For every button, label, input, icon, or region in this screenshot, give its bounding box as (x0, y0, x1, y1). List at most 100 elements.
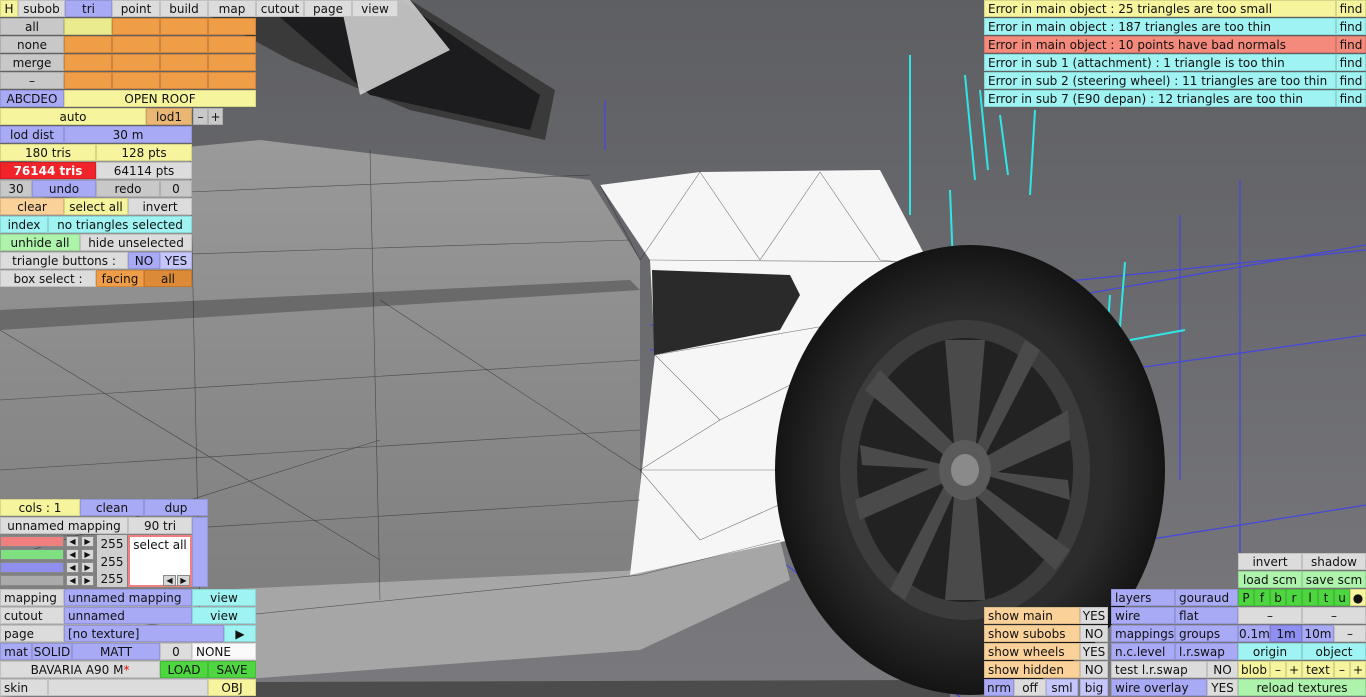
wire-overlay-toggle[interactable]: YES (1207, 679, 1238, 696)
triangle-buttons-yes[interactable]: YES (160, 252, 192, 269)
select-none-button[interactable]: none (0, 36, 64, 53)
select-all-tris-button[interactable]: select all (64, 198, 128, 215)
blob-button[interactable]: blob (1238, 661, 1270, 678)
open-roof-label[interactable]: OPEN ROOF (64, 90, 256, 107)
right-arrow-icon[interactable]: ▶ (81, 562, 94, 573)
undo-button[interactable]: undo (32, 180, 96, 197)
find-button[interactable]: find (1336, 90, 1366, 107)
left-arrow-icon[interactable]: ◀ (163, 575, 176, 586)
invert-view-button[interactable]: invert (1238, 553, 1302, 570)
unhide-all-button[interactable]: unhide all (0, 234, 80, 251)
wire-overlay-button[interactable]: wire overlay (1111, 679, 1207, 696)
left-arrow-icon[interactable]: ◀ (66, 536, 79, 547)
text-minus-button[interactable]: – (1334, 661, 1350, 678)
show-main-toggle[interactable]: YES (1080, 607, 1108, 624)
tab-subob[interactable]: subob (18, 0, 65, 17)
view-l-button[interactable]: l (1302, 589, 1318, 606)
groups-button[interactable]: groups (1175, 625, 1238, 642)
show-hidden-button[interactable]: show hidden (984, 661, 1080, 678)
view-r-button[interactable]: r (1286, 589, 1302, 606)
tab-view[interactable]: view (352, 0, 398, 17)
view-dot-button[interactable]: ● (1350, 589, 1366, 606)
page-value[interactable]: [no texture] (64, 625, 224, 642)
tab-tri[interactable]: tri (65, 0, 112, 17)
find-button[interactable]: find (1336, 36, 1366, 53)
green-slider[interactable] (0, 549, 64, 560)
sml-button[interactable]: sml (1046, 679, 1078, 696)
view-f-button[interactable]: f (1254, 589, 1270, 606)
grid-1m-button[interactable]: 1m (1270, 625, 1302, 642)
mappings-button[interactable]: mappings (1111, 625, 1175, 642)
blue-slider[interactable] (0, 562, 64, 573)
mapping-view-button[interactable]: view (192, 589, 256, 606)
blob-plus-button[interactable]: + (1286, 661, 1302, 678)
group-swatch[interactable] (160, 18, 208, 35)
red-slider[interactable] (0, 536, 64, 547)
view-p-button[interactable]: P (1238, 589, 1254, 606)
obj-button[interactable]: OBJ (208, 679, 256, 696)
lod-auto-button[interactable]: auto (0, 108, 146, 125)
test-lr-swap-button[interactable]: test l.r.swap (1111, 661, 1207, 678)
nrm-button[interactable]: nrm (984, 679, 1014, 696)
box-select-facing[interactable]: facing (96, 270, 144, 287)
blob-minus-button[interactable]: – (1270, 661, 1286, 678)
group-swatch[interactable] (112, 72, 160, 89)
group-swatch[interactable] (208, 36, 256, 53)
show-wheels-toggle[interactable]: YES (1080, 643, 1108, 660)
grid-10m-button[interactable]: 10m (1302, 625, 1334, 642)
triangle-buttons-no[interactable]: NO (128, 252, 160, 269)
view-b-button[interactable]: b (1270, 589, 1286, 606)
mapping-name-field[interactable]: unnamed mapping (0, 517, 128, 534)
big-button[interactable]: big (1080, 679, 1108, 696)
off-button[interactable]: off (1014, 679, 1046, 696)
group-swatch[interactable] (64, 54, 112, 71)
load-scm-button[interactable]: load scm (1238, 571, 1302, 588)
clear-button[interactable]: clear (0, 198, 64, 215)
nc-level-button[interactable]: n.c.level (1111, 643, 1175, 660)
view-u-button[interactable]: u (1334, 589, 1350, 606)
group-swatch[interactable] (208, 18, 256, 35)
show-main-button[interactable]: show main (984, 607, 1080, 624)
hide-unselected-button[interactable]: hide unselected (80, 234, 192, 251)
left-arrow-icon[interactable]: ◀ (66, 562, 79, 573)
tab-build[interactable]: build (160, 0, 208, 17)
tab-point[interactable]: point (112, 0, 160, 17)
find-button[interactable]: find (1336, 72, 1366, 89)
test-lr-swap-toggle[interactable]: NO (1207, 661, 1238, 678)
save-scm-button[interactable]: save scm (1302, 571, 1366, 588)
cutout-value[interactable]: unnamed (64, 607, 192, 624)
flat-button[interactable]: flat (1175, 607, 1238, 624)
grid-0-1m-button[interactable]: 0.1m (1238, 625, 1270, 642)
group-swatch[interactable] (112, 36, 160, 53)
page-arrow-icon[interactable]: ▶ (224, 625, 256, 642)
left-arrow-icon[interactable]: ◀ (66, 575, 79, 586)
lod-minus-button[interactable]: – (193, 108, 208, 125)
alpha-slider[interactable] (0, 575, 64, 586)
group-swatch[interactable] (160, 72, 208, 89)
index-button[interactable]: index (0, 216, 48, 233)
load-button[interactable]: LOAD (160, 661, 208, 678)
mapping-scrollbar[interactable] (192, 517, 208, 587)
find-button[interactable]: find (1336, 18, 1366, 35)
group-swatch[interactable] (112, 54, 160, 71)
grid-dash-button[interactable]: – (1334, 625, 1366, 642)
group-swatch[interactable] (112, 18, 160, 35)
origin-button[interactable]: origin (1238, 643, 1302, 660)
tab-page[interactable]: page (304, 0, 352, 17)
group-swatch[interactable] (64, 72, 112, 89)
group-swatch[interactable] (64, 36, 112, 53)
show-wheels-button[interactable]: show wheels (984, 643, 1080, 660)
right-arrow-icon[interactable]: ▶ (81, 536, 94, 547)
tab-map[interactable]: map (208, 0, 256, 17)
show-subobs-button[interactable]: show subobs (984, 625, 1080, 642)
group-swatch[interactable] (160, 36, 208, 53)
save-button[interactable]: SAVE (208, 661, 256, 678)
left-arrow-icon[interactable]: ◀ (66, 549, 79, 560)
lod-plus-button[interactable]: + (208, 108, 223, 125)
dup-button[interactable]: dup (144, 499, 208, 516)
object-name-button[interactable]: ABCDEO (0, 90, 64, 107)
solid-button[interactable]: SOLID (32, 643, 72, 660)
skin-field[interactable] (48, 679, 208, 696)
layers-button[interactable]: layers (1111, 589, 1175, 606)
h-button[interactable]: H (0, 0, 18, 17)
